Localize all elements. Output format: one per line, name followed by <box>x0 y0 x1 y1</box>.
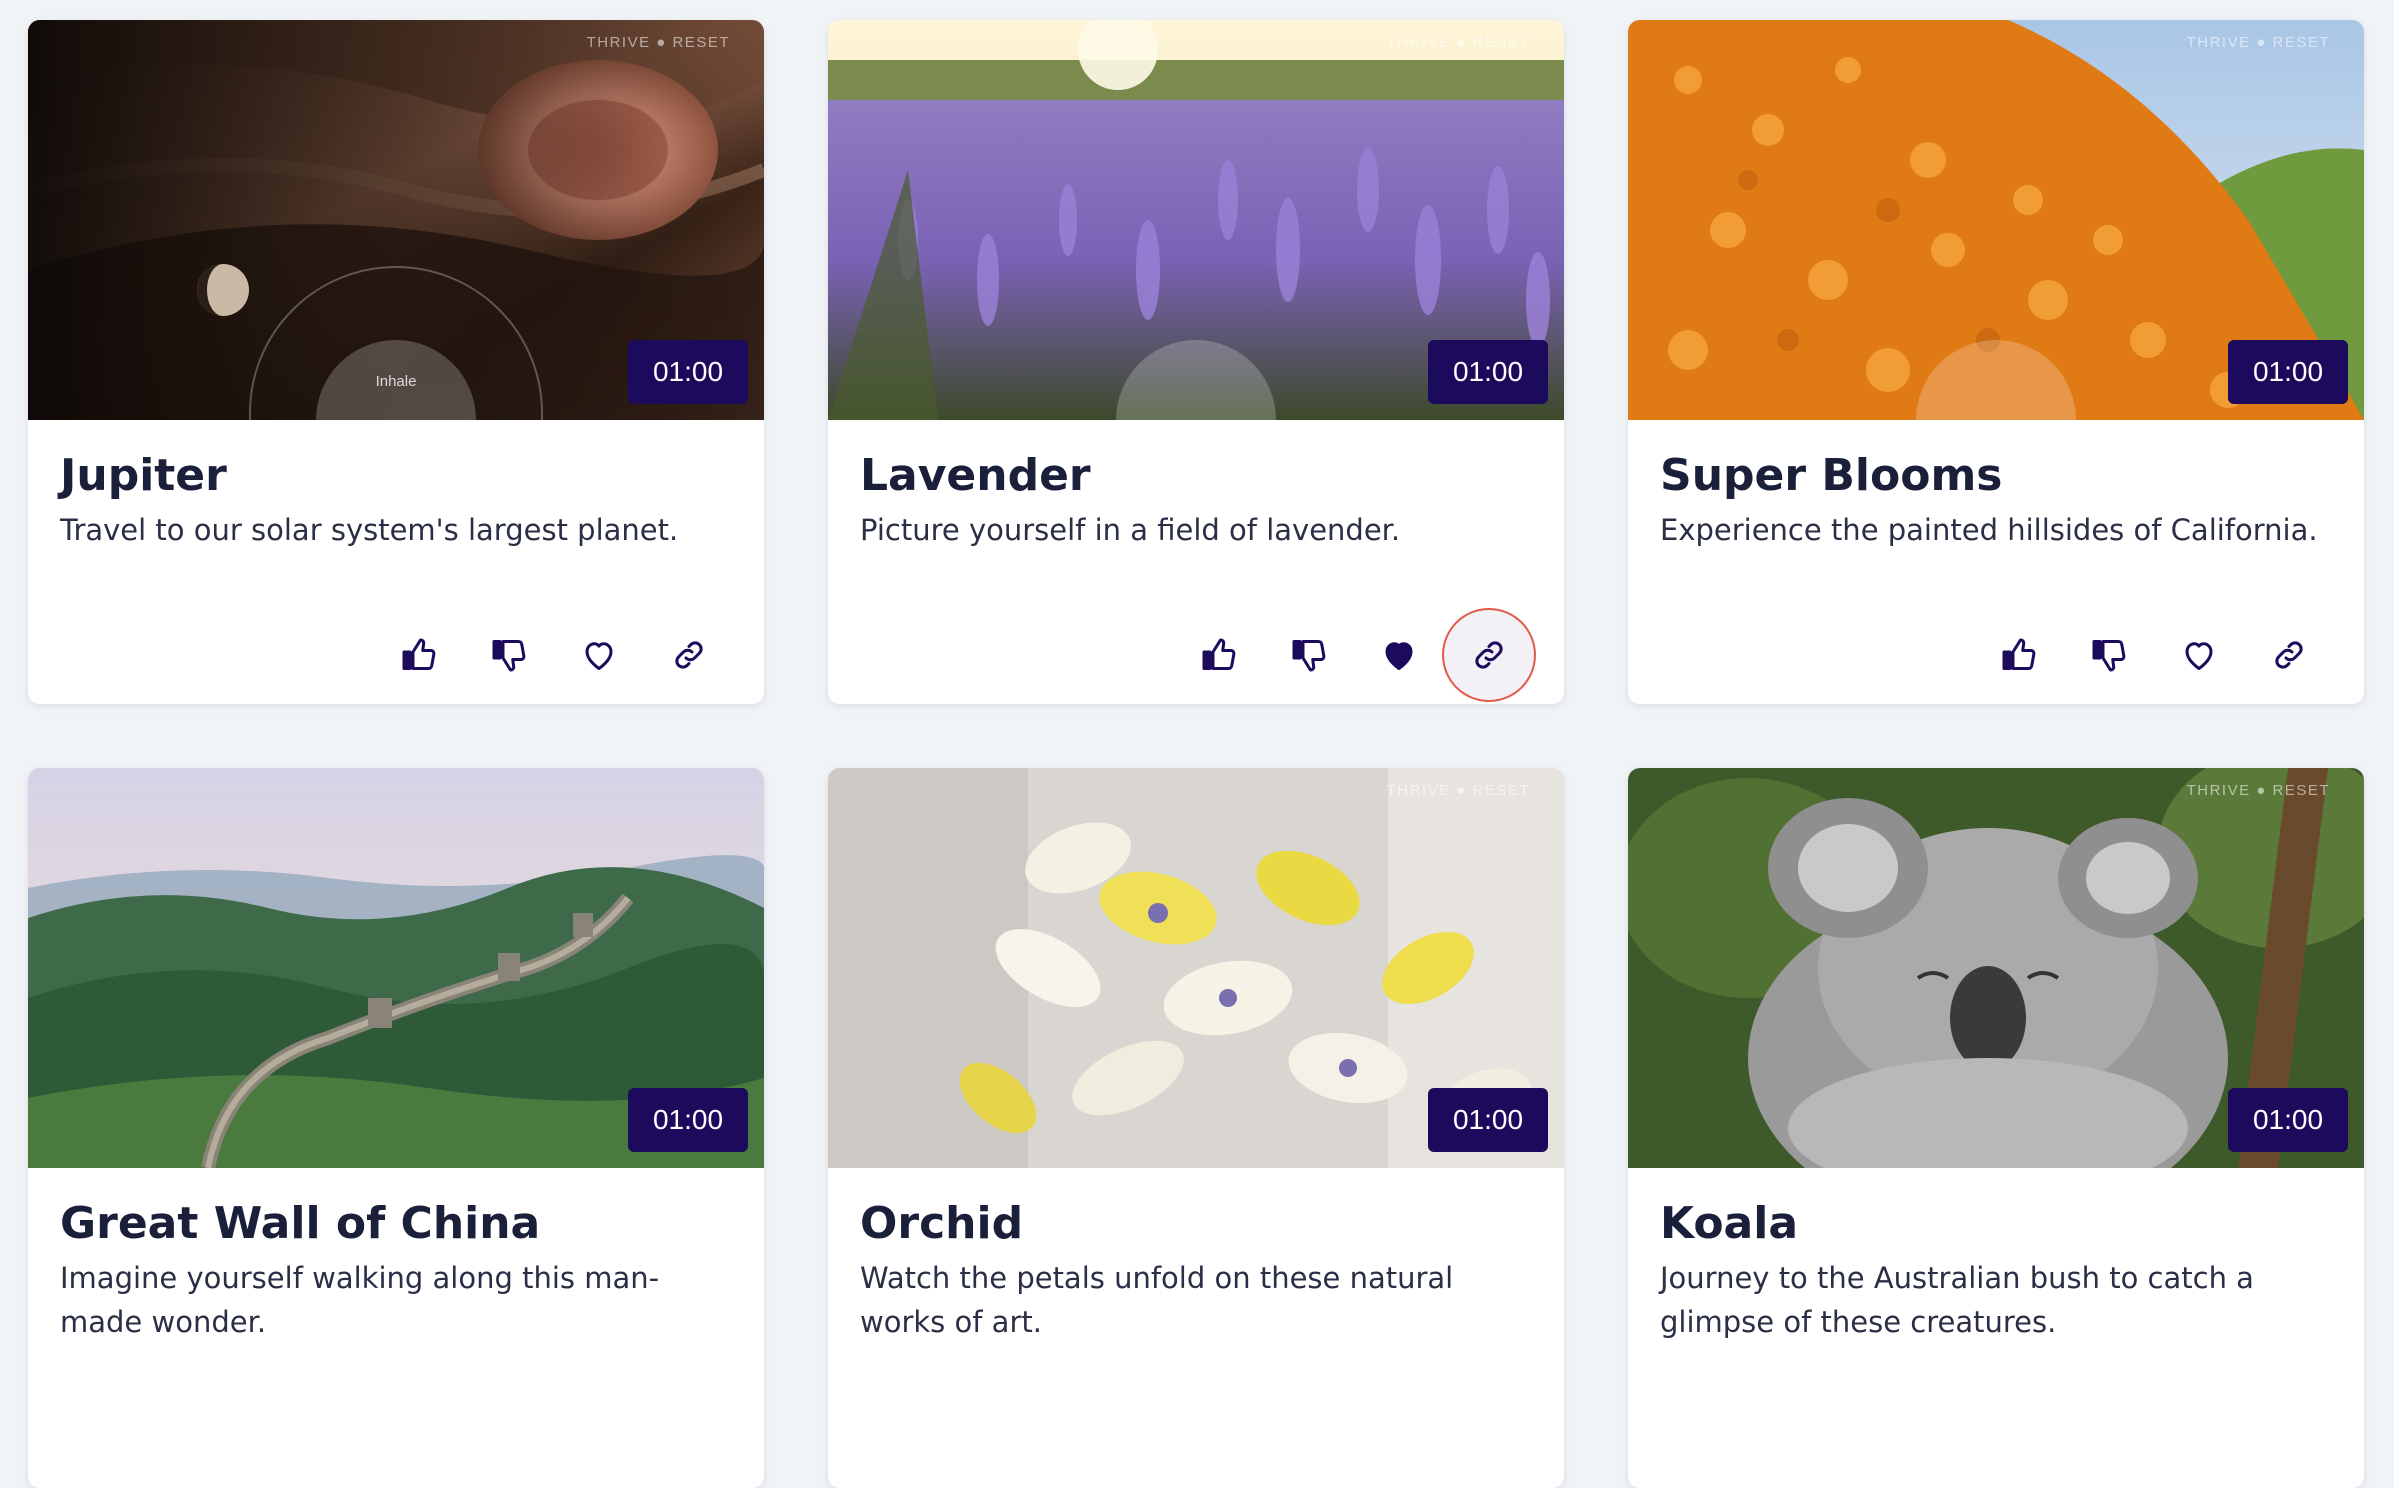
card-great-wall[interactable]: 01:00 Great Wall of China Imagine yourse… <box>28 768 764 1488</box>
copy-link-button[interactable] <box>2244 610 2334 700</box>
duration-badge: 01:00 <box>628 1088 748 1152</box>
brand-watermark: THRIVE ● RESET <box>2186 782 2330 799</box>
duration-badge: 01:00 <box>1428 1088 1548 1152</box>
copy-link-button[interactable] <box>1444 610 1534 700</box>
card-title: Super Blooms <box>1660 450 2003 501</box>
heart-icon <box>2185 642 2213 670</box>
thumbnail-lavender[interactable]: THRIVE ● RESET 01:00 <box>828 20 1564 420</box>
card-title: Orchid <box>860 1198 1024 1249</box>
favorite-button[interactable] <box>1354 610 1444 700</box>
card-description: Experience the painted hillsides of Cali… <box>1660 513 2318 547</box>
card-title: Lavender <box>860 450 1091 501</box>
thumbnail-super-blooms[interactable]: THRIVE ● RESET 01:00 <box>1628 20 2364 420</box>
thumbs-up-icon <box>1202 638 1236 670</box>
thumbnail-koala[interactable]: THRIVE ● RESET 01:00 <box>1628 768 2364 1168</box>
copy-link-button[interactable] <box>644 610 734 700</box>
duration-badge: 01:00 <box>628 340 748 404</box>
dislike-button[interactable] <box>464 610 554 700</box>
link-icon <box>1475 641 1503 669</box>
card-super-blooms[interactable]: THRIVE ● RESET 01:00 Super Blooms Experi… <box>1628 20 2364 704</box>
thumbs-down-icon <box>2092 640 2126 672</box>
brand-watermark: THRIVE ● RESET <box>586 34 730 51</box>
duration-badge: 01:00 <box>2228 1088 2348 1152</box>
card-lavender[interactable]: THRIVE ● RESET 01:00 Lavender Picture yo… <box>828 20 1564 704</box>
thumbnail-jupiter[interactable]: Inhale THRIVE ● RESET 01:00 <box>28 20 764 420</box>
card-actions <box>374 610 734 700</box>
card-description: Picture yourself in a field of lavender. <box>860 513 1401 547</box>
card-description: Watch the petals unfold on these natural… <box>860 1261 1454 1339</box>
like-button[interactable] <box>1174 610 1264 700</box>
reset-grid: Inhale THRIVE ● RESET 01:00 Jupiter Trav… <box>28 20 2364 1488</box>
card-description: Journey to the Australian bush to catch … <box>1660 1261 2254 1339</box>
dislike-button[interactable] <box>1264 610 1354 700</box>
thumbs-down-icon <box>1292 640 1326 672</box>
favorite-button[interactable] <box>554 610 644 700</box>
thumbs-up-icon <box>402 638 436 670</box>
card-orchid[interactable]: THRIVE ● RESET 01:00 Orchid Watch the pe… <box>828 768 1564 1488</box>
link-icon <box>675 641 703 669</box>
card-description: Imagine yourself walking along this man-… <box>60 1261 660 1339</box>
favorite-button[interactable] <box>2154 610 2244 700</box>
like-button[interactable] <box>1974 610 2064 700</box>
brand-watermark: THRIVE ● RESET <box>2186 34 2330 51</box>
thumbs-up-icon <box>2002 638 2036 670</box>
heart-icon <box>585 642 613 670</box>
card-koala[interactable]: THRIVE ● RESET 01:00 Koala Journey to th… <box>1628 768 2364 1488</box>
card-jupiter[interactable]: Inhale THRIVE ● RESET 01:00 Jupiter Trav… <box>28 20 764 704</box>
thumbs-down-icon <box>492 640 526 672</box>
link-icon <box>2275 641 2303 669</box>
card-description: Travel to our solar system's largest pla… <box>60 513 679 547</box>
dislike-button[interactable] <box>2064 610 2154 700</box>
card-title: Koala <box>1660 1198 1799 1249</box>
brand-watermark: THRIVE ● RESET <box>1386 782 1530 799</box>
thumbnail-great-wall[interactable]: 01:00 <box>28 768 764 1168</box>
heart-filled-icon <box>1385 642 1413 670</box>
thumbnail-orchid[interactable]: THRIVE ● RESET 01:00 <box>828 768 1564 1168</box>
duration-badge: 01:00 <box>1428 340 1548 404</box>
card-title: Jupiter <box>60 450 227 501</box>
breath-label: Inhale <box>375 373 417 390</box>
like-button[interactable] <box>374 610 464 700</box>
card-actions <box>1974 610 2334 700</box>
card-title: Great Wall of China <box>60 1198 541 1249</box>
card-actions <box>1174 610 1534 700</box>
duration-badge: 01:00 <box>2228 340 2348 404</box>
brand-watermark: THRIVE ● RESET <box>1386 34 1530 51</box>
